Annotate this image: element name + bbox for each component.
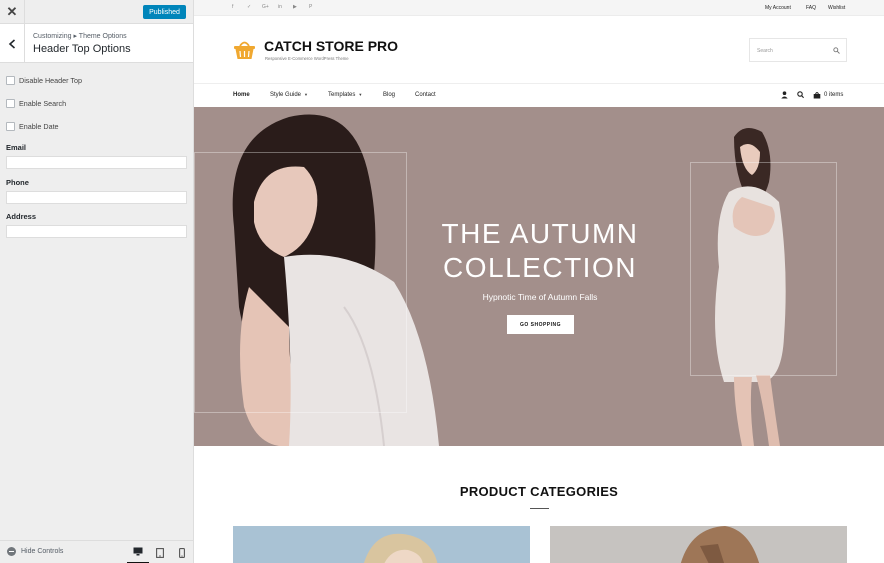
customizer-topbar: ✕ Published — [0, 0, 193, 24]
nav-label: Style Guide — [270, 92, 302, 98]
decorative-frame — [194, 152, 407, 413]
site-preview: f ✓ G+ in ▶ P My Account FAQ Wishlist CA… — [194, 0, 884, 563]
my-account-link[interactable]: My Account — [765, 5, 791, 11]
hide-controls-label: Hide Controls — [21, 548, 64, 555]
basket-logo-icon[interactable] — [233, 38, 256, 60]
cart-count[interactable]: 0 items — [824, 92, 843, 98]
close-icon[interactable]: ✕ — [0, 0, 25, 24]
pinterest-icon[interactable]: P — [309, 4, 312, 10]
email-field[interactable] — [6, 156, 187, 169]
hero-title-line: COLLECTION — [443, 252, 637, 283]
go-shopping-button[interactable]: GO SHOPPING — [507, 315, 574, 334]
email-label: Email — [6, 143, 27, 152]
enable-date-checkbox[interactable]: Enable Date — [6, 120, 59, 132]
collapse-icon — [7, 547, 16, 556]
hero-title-line: THE AUTUMN — [441, 218, 639, 249]
publish-button[interactable]: Published — [143, 5, 186, 19]
linkedin-icon[interactable]: in — [278, 4, 282, 10]
customizer-sidebar: ✕ Published Customizing ▸ Theme Options … — [0, 0, 194, 563]
search-icon[interactable] — [797, 91, 804, 99]
desktop-preview-button[interactable] — [127, 541, 149, 563]
heading-divider — [530, 508, 549, 509]
search-icon[interactable] — [833, 47, 840, 54]
desktop-icon — [133, 547, 143, 556]
customizer-footer: Hide Controls — [0, 540, 193, 563]
hero-slider: THE AUTUMN COLLECTION Hypnotic Time of A… — [194, 107, 884, 446]
category-image — [680, 526, 760, 563]
youtube-icon[interactable]: ▶ — [293, 4, 297, 10]
tablet-preview-button[interactable] — [149, 541, 171, 563]
user-icon[interactable] — [781, 91, 788, 99]
section-heading: PRODUCT CATEGORIES — [459, 484, 619, 499]
site-title[interactable]: CATCH STORE PRO — [264, 38, 398, 54]
hide-controls-button[interactable]: Hide Controls — [7, 547, 63, 556]
mobile-preview-button[interactable] — [171, 541, 193, 563]
checkbox-box[interactable] — [6, 121, 15, 131]
section-title: Header Top Options — [33, 43, 131, 55]
nav-label: Blog — [383, 92, 396, 98]
disable-header-top-checkbox[interactable]: Disable Header Top — [6, 74, 82, 86]
shopping-bag-icon[interactable] — [813, 91, 821, 99]
checkbox-box[interactable] — [6, 75, 15, 85]
hero-subtitle: Hypnotic Time of Autumn Falls — [482, 292, 598, 302]
address-field[interactable] — [6, 225, 187, 238]
nav-item-blog[interactable]: Blog — [383, 92, 395, 98]
breadcrumb: Customizing ▸ Theme Options — [33, 33, 127, 40]
search-input[interactable]: Search — [757, 48, 773, 54]
checkbox-box[interactable] — [6, 98, 15, 108]
hero-title: THE AUTUMN COLLECTION — [412, 217, 668, 285]
decorative-frame — [690, 162, 837, 376]
site-tagline: Responsive E-Commerce WordPress Theme — [265, 56, 349, 61]
primary-navigation: Home Style Guide ▼ Templates ▼ Blog Contac… — [194, 83, 884, 107]
product-category-card[interactable] — [550, 526, 847, 563]
chevron-down-icon: ▼ — [358, 92, 363, 97]
address-label: Address — [6, 212, 37, 221]
phone-label: Phone — [6, 178, 29, 187]
mobile-icon — [179, 547, 185, 558]
product-category-card[interactable] — [233, 526, 530, 563]
checkbox-label: Enable Search — [19, 98, 67, 108]
phone-field[interactable] — [6, 191, 187, 204]
enable-search-checkbox[interactable]: Enable Search — [6, 97, 66, 109]
faq-link[interactable]: FAQ — [806, 5, 816, 11]
category-image — [364, 533, 438, 563]
checkbox-label: Disable Header Top — [19, 75, 82, 85]
nav-item-style-guide[interactable]: Style Guide ▼ — [270, 92, 308, 98]
facebook-icon[interactable]: f — [232, 4, 233, 10]
nav-label: Contact — [415, 92, 436, 98]
nav-item-templates[interactable]: Templates ▼ — [328, 92, 362, 98]
header-top-bar: f ✓ G+ in ▶ P My Account FAQ Wishlist — [194, 0, 884, 16]
back-button[interactable] — [0, 24, 25, 63]
tablet-icon — [156, 547, 164, 558]
nav-label: Home — [233, 92, 250, 98]
nav-item-home[interactable]: Home — [233, 92, 250, 98]
checkbox-label: Enable Date — [19, 121, 59, 131]
chevron-down-icon: ▼ — [304, 92, 308, 97]
twitter-icon[interactable]: ✓ — [247, 4, 251, 10]
section-header: Customizing ▸ Theme Options Header Top O… — [0, 24, 193, 63]
google-plus-icon[interactable]: G+ — [262, 4, 269, 10]
nav-item-contact[interactable]: Contact — [415, 92, 436, 98]
nav-label: Templates — [328, 92, 356, 98]
wishlist-link[interactable]: Wishlist — [828, 5, 845, 11]
header-search-box[interactable]: Search — [749, 38, 847, 62]
chevron-left-icon — [8, 38, 16, 49]
